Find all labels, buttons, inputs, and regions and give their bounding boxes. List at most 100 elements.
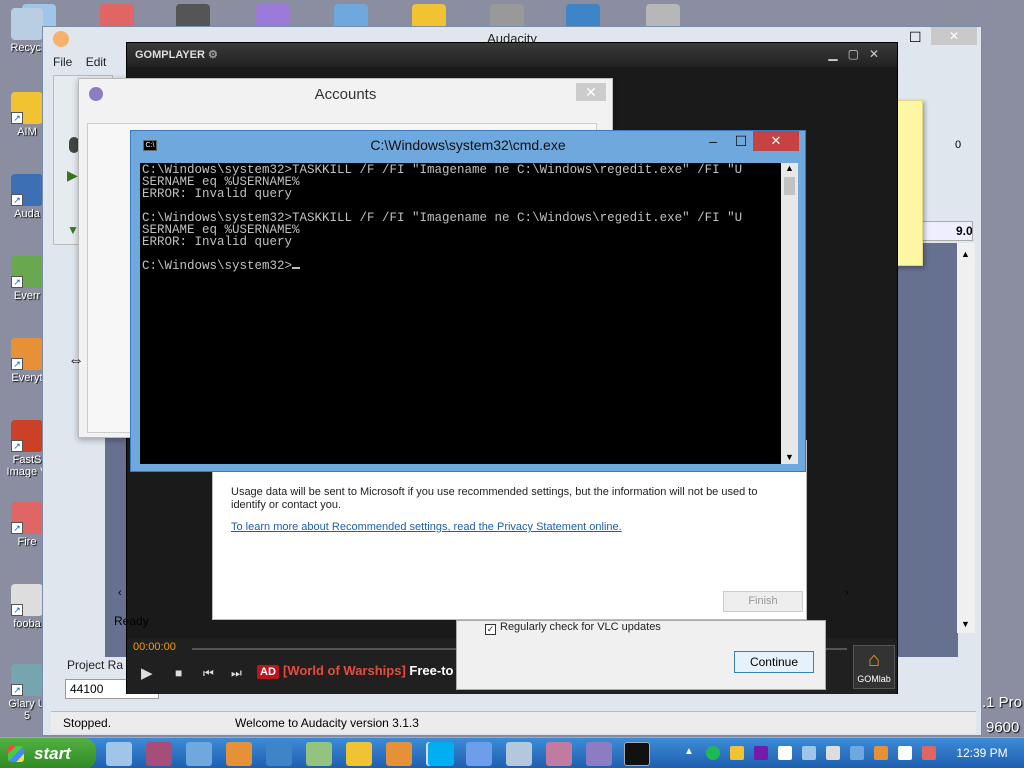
usage-data-text: Usage data will be sent to Microsoft if …	[231, 486, 758, 511]
cmd-line: ERROR: Invalid query	[142, 187, 293, 201]
taskbar-app13-icon[interactable]	[546, 742, 572, 766]
play-icon[interactable]: ▶	[141, 664, 153, 682]
resize-cursor-icon: ⇔	[68, 352, 84, 369]
cmd-maximize-button[interactable]: ☐	[731, 133, 751, 149]
audacity-icon: ↗	[11, 174, 43, 206]
continue-button[interactable]: Continue	[734, 651, 814, 673]
taskbar-explorer-icon[interactable]	[106, 742, 132, 766]
windows-edition: .1 Pro	[982, 694, 1023, 711]
taskbar-app11-icon[interactable]	[466, 742, 492, 766]
accounts-title: Accounts	[314, 86, 377, 103]
foobar-icon: ↗	[11, 584, 43, 616]
accounts-icon	[89, 87, 103, 101]
windows-logo-icon	[8, 746, 24, 762]
taskbar-app5-icon[interactable]	[266, 742, 292, 766]
taskbar-app3-icon[interactable]	[186, 742, 212, 766]
evernote-icon: ↗	[11, 256, 43, 288]
meter-value: 0	[955, 139, 962, 151]
status-stopped: Stopped.	[63, 716, 112, 730]
scroll-up-arrow[interactable]: ▲	[781, 163, 798, 173]
tray-search-icon[interactable]	[874, 746, 888, 760]
next-icon[interactable]: ⏭	[231, 666, 242, 681]
taskbar-cmd-icon[interactable]	[624, 742, 650, 766]
tray-onenote-icon[interactable]	[754, 746, 768, 760]
cmd-minimize-button[interactable]: –	[703, 133, 723, 149]
vlc-dialog: ✓ Regularly check for VLC updates Continu…	[456, 620, 826, 690]
home-icon: ⌂	[867, 649, 881, 671]
checkbox-checked-icon: ✓	[485, 624, 496, 635]
previous-icon[interactable]: ⏮	[203, 666, 214, 681]
audacity-icon	[53, 31, 69, 47]
menu-file[interactable]: File	[53, 55, 72, 69]
everything-icon: ↗	[11, 338, 43, 370]
start-button[interactable]: start	[0, 738, 96, 768]
taskbar-skype-icon[interactable]	[428, 742, 454, 766]
ready-status: Ready	[114, 614, 149, 628]
menu-edit[interactable]: Edit	[86, 55, 107, 69]
taskbar-app14-icon[interactable]	[586, 742, 612, 766]
taskbar-vlc-icon[interactable]	[386, 742, 412, 766]
tray-network-icon[interactable]	[826, 746, 840, 760]
cmd-window[interactable]: C:\ C:\Windows\system32\cmd.exe – ☐ ✕ C:…	[130, 130, 806, 472]
aim-icon: ↗	[11, 92, 43, 124]
cmd-console[interactable]: C:\Windows\system32>TASKKILL /F /FI "Ima…	[140, 163, 781, 464]
ad-badge: AD	[257, 665, 279, 679]
scroll-down-arrow[interactable]: ▼	[961, 619, 970, 629]
ruler-value: 9.0	[956, 224, 973, 238]
cmd-line: C:\Windows\system32>	[142, 260, 779, 272]
setup-scroll-left[interactable]: ‹	[118, 587, 122, 599]
tray-dropbox-icon[interactable]	[802, 746, 816, 760]
project-rate-label: Project Ra	[67, 658, 124, 672]
gom-close-button[interactable]: ✕	[869, 47, 889, 61]
taskbar-app12-icon[interactable]	[506, 742, 532, 766]
tray-arrow-icon[interactable]: ▲	[684, 746, 698, 760]
windows-build: 9600	[986, 719, 1020, 736]
stop-icon[interactable]: ■	[175, 666, 182, 680]
firefox-icon: ↗	[11, 502, 43, 534]
tray-spotify-icon[interactable]	[706, 746, 720, 760]
audacity-maximize-button[interactable]: ☐	[909, 29, 922, 46]
gear-icon[interactable]: ⚙	[208, 49, 218, 61]
tray-flag-icon[interactable]	[778, 746, 792, 760]
audacity-close-button[interactable]: ✕	[931, 27, 977, 45]
cmd-icon: C:\	[143, 140, 157, 151]
vertical-scrollbar[interactable]	[957, 243, 975, 633]
taskbar: start ▲ 12:39 PM	[0, 737, 1024, 768]
gom-title: GOMPLAYER ⚙	[127, 43, 897, 67]
status-bar: Stopped. Welcome to Audacity version 3.1…	[51, 711, 976, 733]
status-welcome: Welcome to Audacity version 3.1.3	[235, 716, 419, 730]
privacy-statement-link[interactable]: To learn more about Recommended settings…	[231, 521, 622, 533]
cursor-caret	[292, 267, 301, 269]
cmd-scrollbar[interactable]: ▲ ▼	[781, 163, 798, 464]
cmd-titlebar: C:\ C:\Windows\system32\cmd.exe – ☐ ✕	[131, 131, 805, 159]
scroll-down-arrow[interactable]: ▼	[781, 452, 798, 462]
taskbar-winrar-icon[interactable]	[146, 742, 172, 766]
setup-scroll-right[interactable]: ›	[845, 587, 849, 599]
finish-button[interactable]: Finish	[723, 591, 803, 612]
taskbar-app7-icon[interactable]	[346, 742, 372, 766]
taskbar-clock[interactable]: 12:39 PM	[952, 738, 1012, 768]
cmd-close-button[interactable]: ✕	[753, 131, 799, 151]
vlc-update-checkbox[interactable]: ✓ Regularly check for VLC updates	[485, 621, 661, 635]
tray-wifi-icon[interactable]	[898, 746, 912, 760]
faststone-icon: ↗	[11, 420, 43, 452]
scroll-up-arrow[interactable]: ▲	[961, 249, 970, 259]
gom-maximize-button[interactable]: ▢	[848, 47, 869, 61]
tray-app-icon[interactable]	[730, 746, 744, 760]
tray-app2-icon[interactable]	[850, 746, 864, 760]
cmd-title: C:\Windows\system32\cmd.exe	[370, 137, 566, 153]
tray-volume-icon[interactable]	[922, 746, 936, 760]
ad-text[interactable]: [World of Warships] Free-to	[283, 663, 453, 678]
gom-minimize-button[interactable]: ▁	[828, 47, 847, 61]
gom-time: 00:00:00	[133, 641, 176, 653]
play-button[interactable]: ▶	[67, 167, 78, 184]
cmd-line: ERROR: Invalid query	[142, 235, 293, 249]
gomlab-home-button[interactable]: ⌂ GOMlab	[853, 645, 895, 689]
gom-window-controls: ▁▢✕	[828, 47, 889, 61]
taskbar-app6-icon[interactable]	[306, 742, 332, 766]
taskbar-app4-icon[interactable]	[226, 742, 252, 766]
scroll-thumb[interactable]	[784, 177, 795, 195]
recycle-bin-icon	[11, 8, 43, 40]
glary-icon: ↗	[11, 664, 43, 696]
accounts-close-button[interactable]: ✕	[576, 83, 606, 101]
